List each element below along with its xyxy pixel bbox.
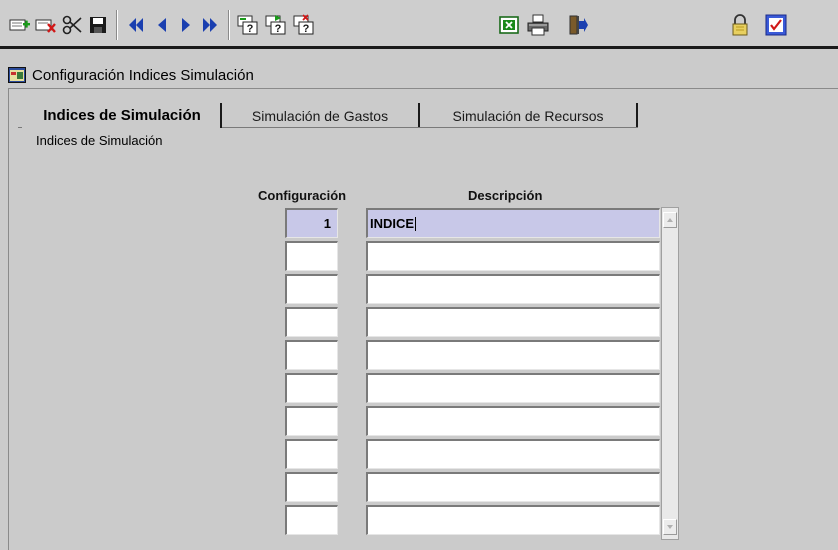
exit-icon[interactable] [566, 13, 590, 37]
descripcion-field[interactable] [366, 439, 660, 469]
configuracion-field[interactable] [285, 505, 338, 535]
toolbar-separator [116, 10, 118, 40]
configuracion-field[interactable] [285, 373, 338, 403]
next-record-icon[interactable] [174, 13, 198, 37]
query-execute-icon[interactable]: ? [264, 13, 288, 37]
toolbar: ? ? ? [0, 0, 838, 46]
save-icon[interactable] [86, 13, 110, 37]
insert-record-icon[interactable] [8, 13, 32, 37]
tab-indices-de-simulacion[interactable]: Indices de Simulación [24, 103, 222, 128]
query-enter-icon[interactable]: ? [236, 13, 260, 37]
descripcion-field[interactable]: INDICE [366, 208, 660, 238]
column-header-configuracion: Configuración [258, 188, 347, 203]
descripcion-field[interactable] [366, 373, 660, 403]
svg-text:?: ? [303, 23, 310, 35]
svg-text:?: ? [247, 23, 254, 35]
descripcion-value: INDICE [370, 216, 415, 231]
configuracion-field[interactable] [285, 241, 338, 271]
first-record-icon[interactable] [124, 13, 148, 37]
check-icon[interactable] [764, 13, 788, 37]
descripcion-field[interactable] [366, 505, 660, 535]
descripcion-field[interactable] [366, 274, 660, 304]
tab-label: Indices de Simulación [43, 107, 201, 124]
form-window-icon [8, 67, 26, 83]
tab-simulacion-de-recursos[interactable]: Simulación de Recursos [420, 103, 638, 128]
descripcion-field[interactable] [366, 406, 660, 436]
delete-record-icon[interactable] [34, 13, 58, 37]
grid-scrollbar[interactable] [661, 207, 679, 540]
configuracion-field[interactable]: 1 [285, 208, 338, 238]
tab-label: Simulación de Recursos [452, 107, 604, 124]
descripcion-field[interactable] [366, 472, 660, 502]
column-header-descripcion: Descripción [468, 188, 543, 203]
descripcion-field[interactable] [366, 340, 660, 370]
excel-icon[interactable] [497, 13, 521, 37]
descripcion-field[interactable] [366, 241, 660, 271]
tab-label: Simulación de Gastos [251, 107, 389, 124]
configuracion-field[interactable] [285, 406, 338, 436]
configuracion-field[interactable] [285, 472, 338, 502]
tab-simulacion-de-gastos[interactable]: Simulación de Gastos [222, 103, 420, 128]
tab-baseline [222, 127, 638, 128]
configuracion-field[interactable] [285, 340, 338, 370]
configuracion-field[interactable] [285, 439, 338, 469]
cut-icon[interactable] [60, 13, 84, 37]
text-caret [415, 216, 417, 231]
svg-text:?: ? [275, 23, 282, 35]
arrow-down-icon [667, 525, 673, 529]
scroll-down-button[interactable] [663, 519, 677, 535]
scroll-up-button[interactable] [663, 212, 677, 228]
tab-baseline [18, 127, 22, 128]
configuracion-field[interactable] [285, 307, 338, 337]
query-cancel-icon[interactable]: ? [292, 13, 316, 37]
toolbar-separator [228, 10, 230, 40]
print-icon[interactable] [526, 13, 550, 37]
previous-record-icon[interactable] [150, 13, 174, 37]
lock-icon[interactable] [728, 13, 752, 37]
toolbar-divider [0, 46, 838, 49]
descripcion-field[interactable] [366, 307, 660, 337]
section-label: Indices de Simulación [36, 133, 163, 148]
last-record-icon[interactable] [198, 13, 222, 37]
arrow-up-icon [667, 218, 673, 222]
window-title-bar: Configuración Indices Simulación [8, 64, 254, 86]
configuracion-field[interactable] [285, 274, 338, 304]
window-title: Configuración Indices Simulación [32, 66, 254, 84]
